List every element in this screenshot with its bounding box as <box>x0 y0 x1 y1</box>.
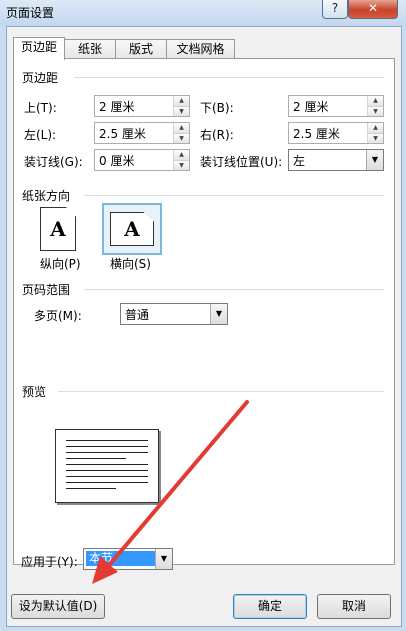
spin-down-icon[interactable]: ▼ <box>368 133 383 143</box>
spin-up-icon[interactable]: ▲ <box>174 150 189 160</box>
gutter-position-label: 装订线位置(U): <box>200 155 283 169</box>
gutter-position-value: 左 <box>293 154 306 168</box>
spin-up-icon[interactable]: ▲ <box>368 123 383 133</box>
spin-down-icon[interactable]: ▼ <box>174 106 189 116</box>
title-bar: 页面设置 ? ✕ <box>0 0 406 26</box>
spin-down-icon[interactable]: ▼ <box>174 160 189 170</box>
spin-up-icon[interactable]: ▲ <box>174 96 189 106</box>
set-default-button[interactable]: 设为默认值(D) <box>11 594 105 619</box>
margins-section-title: 页边距 <box>22 71 59 85</box>
apply-to-value: 本节 <box>86 551 155 566</box>
window-title: 页面设置 <box>6 6 55 20</box>
chevron-down-icon[interactable]: ▼ <box>366 150 383 170</box>
right-margin-value: 2.5 厘米 <box>293 127 340 141</box>
top-margin-label: 上(T): <box>24 101 57 115</box>
preview-line <box>66 458 126 459</box>
spin-up-icon[interactable]: ▲ <box>368 96 383 106</box>
close-icon: ✕ <box>367 1 379 15</box>
multiple-pages-value: 普通 <box>125 308 150 322</box>
bottom-margin-stepper[interactable]: 2 厘米 ▲ ▼ <box>288 95 384 117</box>
spin-down-icon[interactable]: ▼ <box>174 133 189 143</box>
divider <box>84 195 384 196</box>
preview-section-title: 预览 <box>22 385 47 399</box>
preview-line <box>66 464 148 465</box>
gutter-value: 0 厘米 <box>99 154 135 168</box>
tab-paper[interactable]: 纸张 <box>64 39 116 59</box>
preview-line <box>66 488 116 489</box>
bottom-margin-label: 下(B): <box>200 101 234 115</box>
landscape-label[interactable]: 横向(S) <box>110 255 151 272</box>
close-button[interactable]: ✕ <box>348 0 398 19</box>
left-margin-stepper[interactable]: 2.5 厘米 ▲ ▼ <box>94 122 190 144</box>
top-margin-stepper[interactable]: 2 厘米 ▲ ▼ <box>94 95 190 117</box>
left-margin-label: 左(L): <box>24 128 57 142</box>
gutter-position-select[interactable]: 左 ▼ <box>288 149 384 171</box>
tab-layout[interactable]: 版式 <box>115 39 167 59</box>
cancel-button[interactable]: 取消 <box>317 594 391 619</box>
preview-line <box>66 476 148 477</box>
top-margin-value: 2 厘米 <box>99 100 135 114</box>
tab-margins[interactable]: 页边距 <box>13 37 65 60</box>
ok-button[interactable]: 确定 <box>233 594 307 619</box>
preview-thumbnail <box>55 429 159 503</box>
portrait-option[interactable]: A <box>34 203 90 251</box>
bottom-margin-value: 2 厘米 <box>293 100 329 114</box>
landscape-page-icon: A <box>110 212 154 246</box>
tab-document-grid[interactable]: 文档网格 <box>166 39 235 59</box>
pages-section-title: 页码范围 <box>22 283 71 297</box>
help-icon: ? <box>331 1 339 15</box>
preview-line <box>66 446 148 447</box>
divider <box>58 391 384 392</box>
dialog-body: 页边距 纸张 版式 文档网格 页边距 上(T): 2 厘米 ▲ ▼ 下(B): 2… <box>6 26 402 627</box>
gutter-stepper[interactable]: 0 厘米 ▲ ▼ <box>94 149 190 171</box>
help-button[interactable]: ? <box>322 0 348 19</box>
spin-down-icon[interactable]: ▼ <box>368 106 383 116</box>
preview-line <box>66 470 148 471</box>
gutter-label: 装订线(G): <box>24 155 83 169</box>
orientation-section-title: 纸张方向 <box>22 189 71 203</box>
portrait-label[interactable]: 纵向(P) <box>40 255 81 272</box>
multiple-pages-label: 多页(M): <box>34 309 82 323</box>
preview-line <box>66 440 148 441</box>
spin-up-icon[interactable]: ▲ <box>174 123 189 133</box>
portrait-page-icon: A <box>40 207 76 251</box>
apply-to-select[interactable]: 本节 ▼ <box>83 548 173 570</box>
preview-line <box>66 452 148 453</box>
divider <box>74 77 384 78</box>
left-margin-value: 2.5 厘米 <box>99 127 146 141</box>
right-margin-label: 右(R): <box>200 128 234 142</box>
chevron-down-icon[interactable]: ▼ <box>155 549 172 569</box>
apply-to-label: 应用于(Y): <box>21 555 78 569</box>
multiple-pages-select[interactable]: 普通 ▼ <box>120 303 228 325</box>
chevron-down-icon[interactable]: ▼ <box>210 304 227 324</box>
right-margin-stepper[interactable]: 2.5 厘米 ▲ ▼ <box>288 122 384 144</box>
divider <box>84 289 384 290</box>
preview-line <box>66 482 148 483</box>
landscape-option[interactable]: A <box>102 203 162 255</box>
landscape-glyph: A <box>124 217 140 241</box>
portrait-glyph: A <box>50 217 66 241</box>
